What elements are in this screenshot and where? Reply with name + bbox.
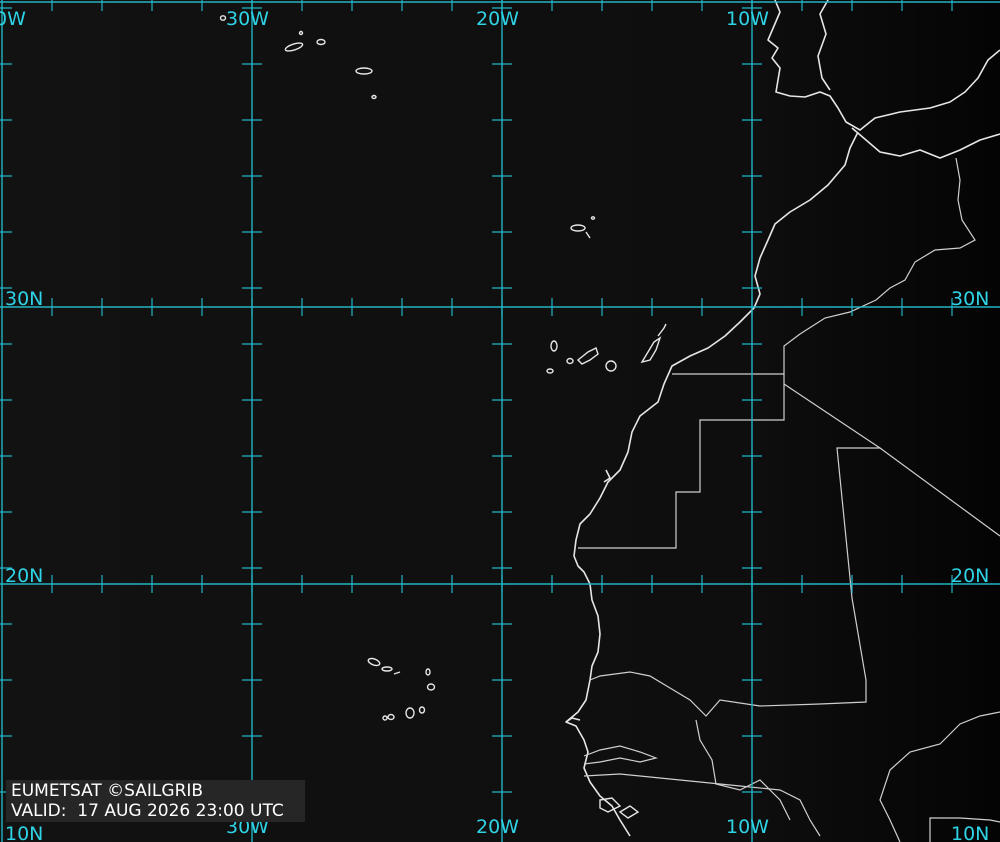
lat-label-left-20n: 20N	[5, 565, 43, 587]
map-canvas: 0W 30W 20W 10W 30N 30N 20N 20N 30W 20W 1…	[0, 0, 1000, 842]
lat-label-right-20n: 20N	[951, 565, 989, 587]
lat-label-right-30n: 30N	[951, 288, 989, 310]
corner-label-bottom-right: 10N	[951, 823, 989, 842]
caption-valid-time: VALID: 17 AUG 2026 23:00 UTC	[11, 801, 284, 821]
corner-label-top-left: 0W	[0, 8, 26, 30]
lon-label-bottom-20w: 20W	[476, 816, 519, 838]
lon-label-top-10w: 10W	[726, 8, 769, 30]
map-background	[0, 0, 1000, 842]
corner-label-bottom-left: 10N	[5, 823, 43, 842]
lon-label-bottom-10w: 10W	[726, 816, 769, 838]
satellite-map: 0W 30W 20W 10W 30N 30N 20N 20N 30W 20W 1…	[0, 0, 1000, 842]
lat-label-left-30n: 30N	[5, 288, 43, 310]
caption-credit: EUMETSAT ©SAILGRIB	[11, 781, 204, 801]
lon-label-top-30w: 30W	[226, 8, 269, 30]
map-caption: EUMETSAT ©SAILGRIB VALID: 17 AUG 2026 23:…	[6, 780, 305, 822]
lon-label-top-20w: 20W	[476, 8, 519, 30]
